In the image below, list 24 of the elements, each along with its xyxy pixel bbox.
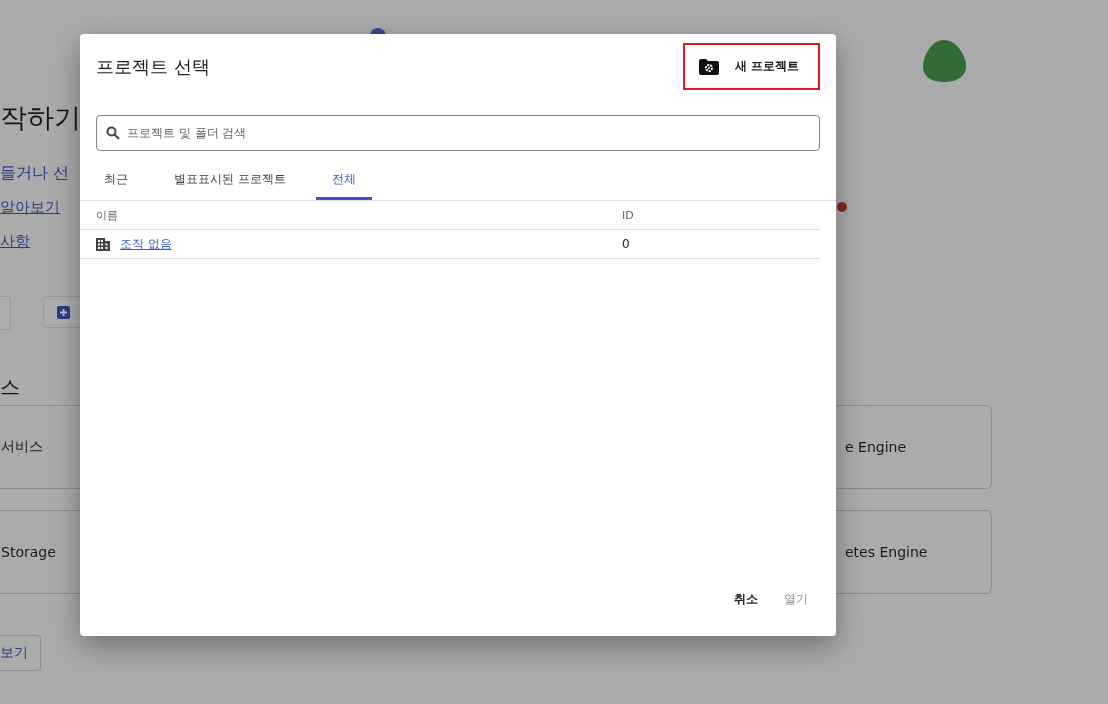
more-button[interactable]: 보기: [0, 635, 41, 671]
search-field[interactable]: 프로젝트 및 폴더 검색: [96, 115, 820, 151]
dot-icon: [837, 202, 847, 212]
folder-gear-icon: [699, 58, 719, 75]
organization-link[interactable]: 조직 없음: [120, 235, 172, 253]
column-header: ID: [622, 208, 635, 222]
dialog-title: 프로젝트 선택: [96, 54, 210, 79]
building-icon: [96, 237, 110, 251]
cancel-button[interactable]: 취소: [726, 585, 766, 614]
tab[interactable]: 별표표시된 프로젝트: [158, 165, 302, 200]
column-header: 이름: [95, 207, 119, 223]
create-button[interactable]: [43, 296, 83, 328]
page-heading: 작하기: [0, 101, 81, 135]
intro-text: 들거나 선: [0, 162, 70, 184]
intro-text[interactable]: 알아보기: [0, 196, 70, 218]
tab[interactable]: 최근: [88, 165, 144, 200]
plus-icon: [57, 305, 70, 319]
intro-text[interactable]: 사항: [0, 230, 70, 252]
blob-drawing: [923, 40, 966, 82]
section-heading: 스: [0, 374, 20, 401]
tab[interactable]: 전체: [315, 165, 372, 200]
new-project-button[interactable]: 새 프로젝트: [683, 43, 820, 90]
table-cell-text: 0: [622, 237, 631, 251]
search-icon: [106, 126, 120, 140]
